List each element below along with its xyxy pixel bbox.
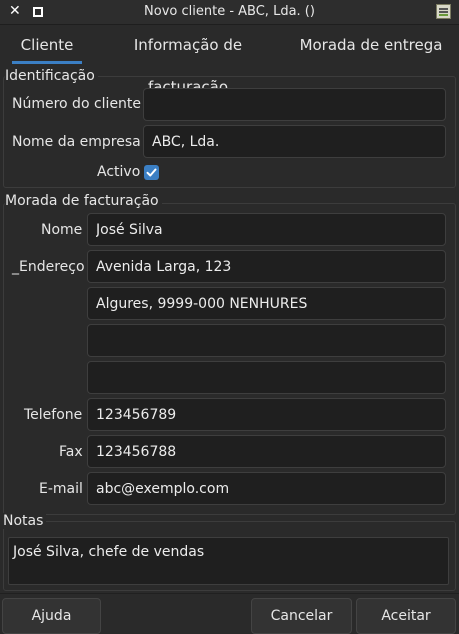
fax-label: Fax: [59, 444, 83, 460]
accept-button[interactable]: Aceitar: [356, 598, 456, 634]
phone-label: Telefone: [24, 407, 83, 423]
phone-input[interactable]: [87, 398, 446, 431]
address-line-2-input[interactable]: [87, 287, 446, 320]
cancel-button[interactable]: Cancelar: [251, 598, 352, 634]
address-line-3-input[interactable]: [87, 324, 446, 357]
tab-bar: Cliente Informação de facturação Morada …: [0, 24, 459, 96]
address-label: _Endereço: [12, 259, 85, 275]
customer-number-label: Número do cliente: [12, 96, 142, 112]
window-title: Novo cliente - ABC, Lda. (): [144, 4, 315, 19]
identification-section-title: Identificação: [5, 68, 98, 84]
window-titlebar: ✕ Novo cliente - ABC, Lda. (): [0, 0, 459, 25]
email-label: E-mail: [39, 481, 83, 497]
email-input[interactable]: [87, 472, 446, 505]
billing-address-section-title: Morada de facturação: [5, 193, 162, 209]
customer-number-input[interactable]: [143, 88, 446, 121]
button-bar-divider: [0, 593, 459, 594]
address-line-1-input[interactable]: [87, 250, 446, 283]
company-name-input[interactable]: [143, 125, 446, 158]
name-label: Nome: [41, 222, 83, 238]
tab-shipping-address[interactable]: Morada de entrega: [298, 24, 444, 64]
spreadsheet-app-icon: [436, 4, 451, 19]
fax-input[interactable]: [87, 435, 446, 468]
help-button[interactable]: Ajuda: [2, 598, 101, 634]
tab-billing-info[interactable]: Informação de facturação: [94, 24, 282, 96]
active-checkbox[interactable]: [144, 165, 159, 180]
company-name-label: Nome da empresa: [12, 134, 141, 150]
active-label: Activo: [97, 164, 141, 180]
notes-textarea[interactable]: José Silva, chefe de vendas: [8, 537, 449, 585]
notes-section-title: Notas: [3, 513, 47, 529]
name-input[interactable]: [87, 213, 446, 246]
address-line-4-input[interactable]: [87, 361, 446, 394]
checkmark-icon: [146, 168, 157, 177]
tab-cliente[interactable]: Cliente: [12, 24, 82, 64]
